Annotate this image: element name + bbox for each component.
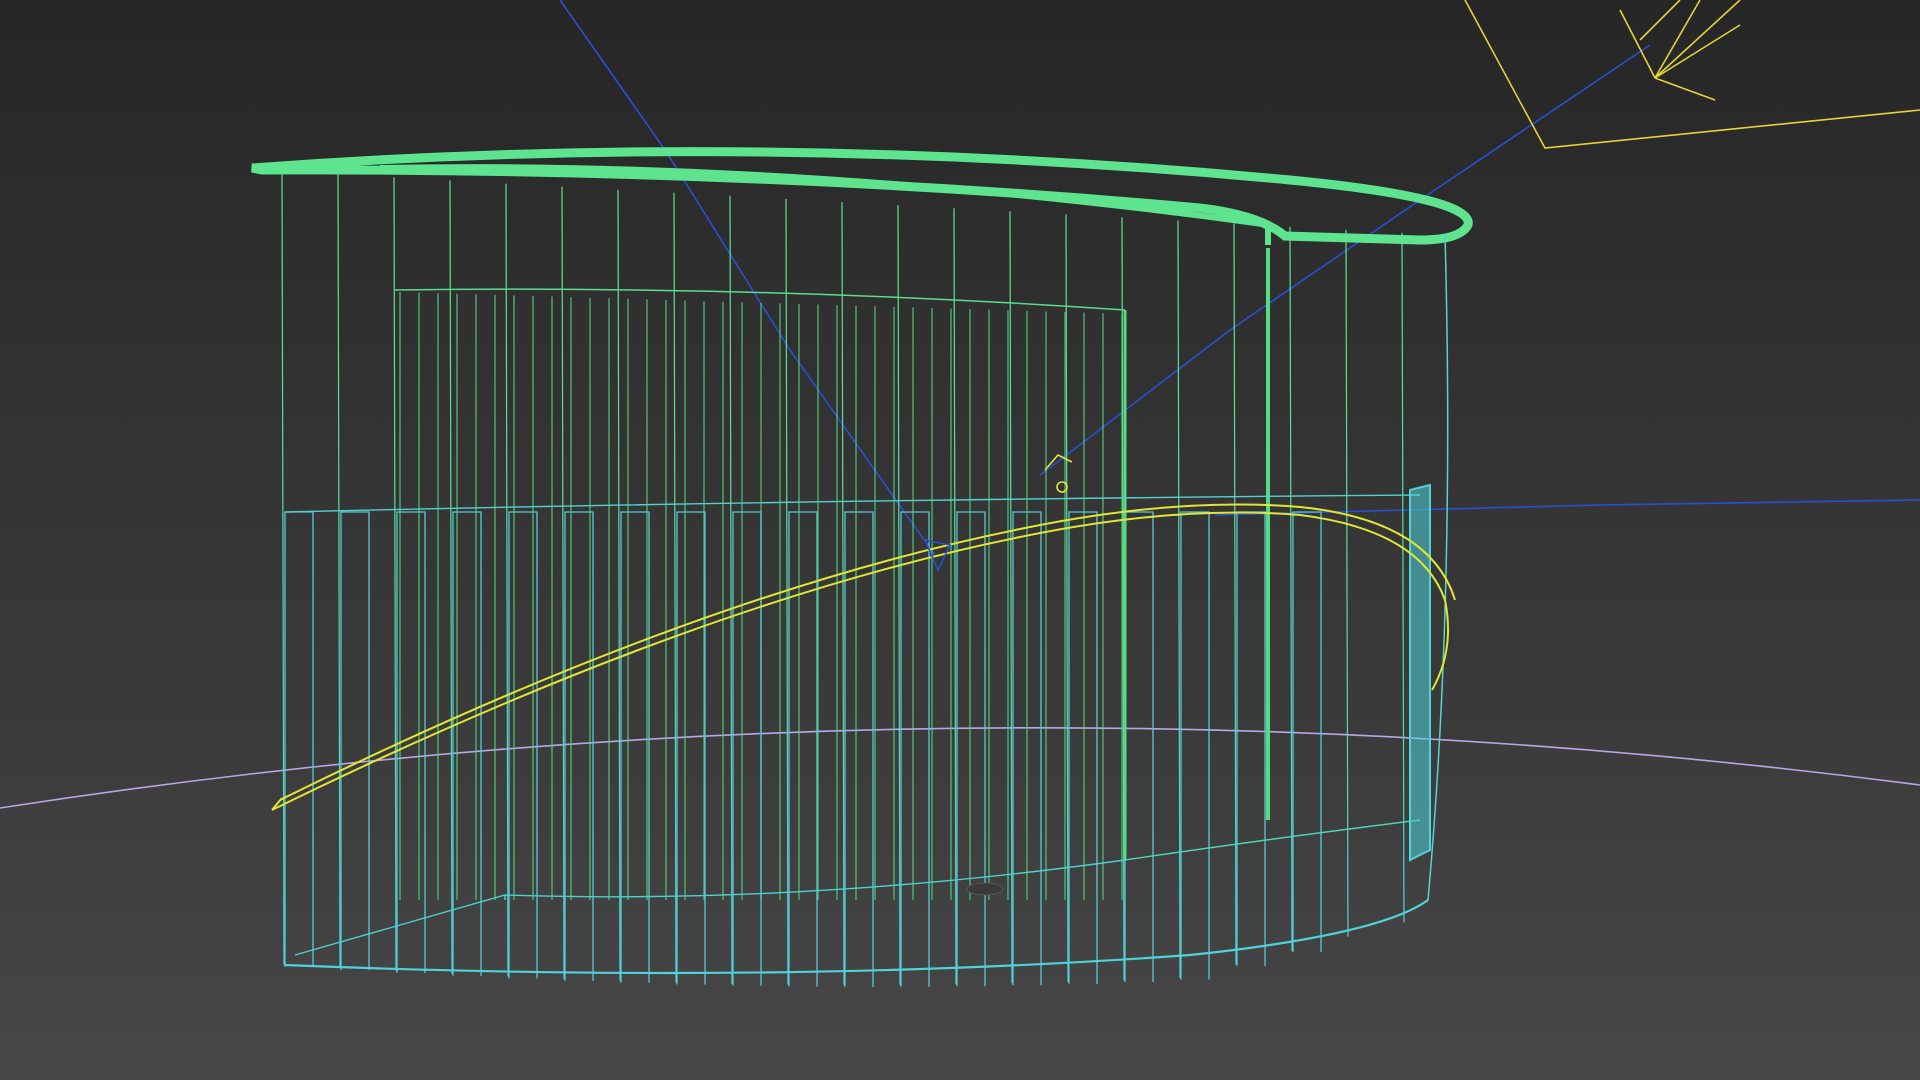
- wall-strand: [785, 198, 789, 985]
- wall-strand: [1233, 223, 1237, 965]
- wall-strand: [1345, 229, 1349, 937]
- comb-tooth: [284, 511, 314, 967]
- wall-strand: [617, 189, 621, 981]
- wall-strand: [337, 174, 341, 968]
- wall-strand: [561, 186, 565, 979]
- comb-tooth: [1068, 511, 1098, 984]
- comb-tooth: [340, 511, 370, 971]
- wall-strand: [841, 201, 845, 986]
- wall-strand: [1009, 211, 1013, 984]
- wall-strand: [1401, 232, 1405, 923]
- wall-strand: [1065, 214, 1069, 982]
- spot-light-gizmo[interactable]: [1464, 0, 1920, 149]
- comb-tooth: [1236, 511, 1266, 966]
- target-lines: [559, 0, 1920, 556]
- pivot-marker: [966, 882, 1004, 896]
- comb-tooth: [564, 511, 594, 981]
- 3d-viewport[interactable]: [0, 0, 1920, 1080]
- wall-strand: [505, 183, 509, 977]
- wall-strand: [449, 180, 453, 974]
- comb-tooth: [844, 511, 874, 987]
- wall-strand: [953, 208, 957, 985]
- comb-tooth: [1180, 511, 1210, 980]
- wall-strand: [1289, 226, 1293, 951]
- wireframe-scene[interactable]: [0, 0, 1920, 1080]
- comb-tooth: [900, 511, 930, 987]
- comb-tooth: [676, 511, 706, 985]
- wall-contours: [251, 147, 1473, 975]
- wall-strand: [1177, 220, 1181, 978]
- wall-strand: [281, 171, 285, 965]
- comb-tooth: [956, 511, 986, 987]
- comb-tooth: [1124, 511, 1154, 982]
- comb-tooth: [620, 511, 650, 983]
- wall-strand: [673, 192, 677, 983]
- wall-strand: [393, 177, 397, 971]
- comb-tooth: [732, 511, 762, 986]
- wall-strand: [897, 205, 901, 985]
- wall-strand: [729, 195, 733, 984]
